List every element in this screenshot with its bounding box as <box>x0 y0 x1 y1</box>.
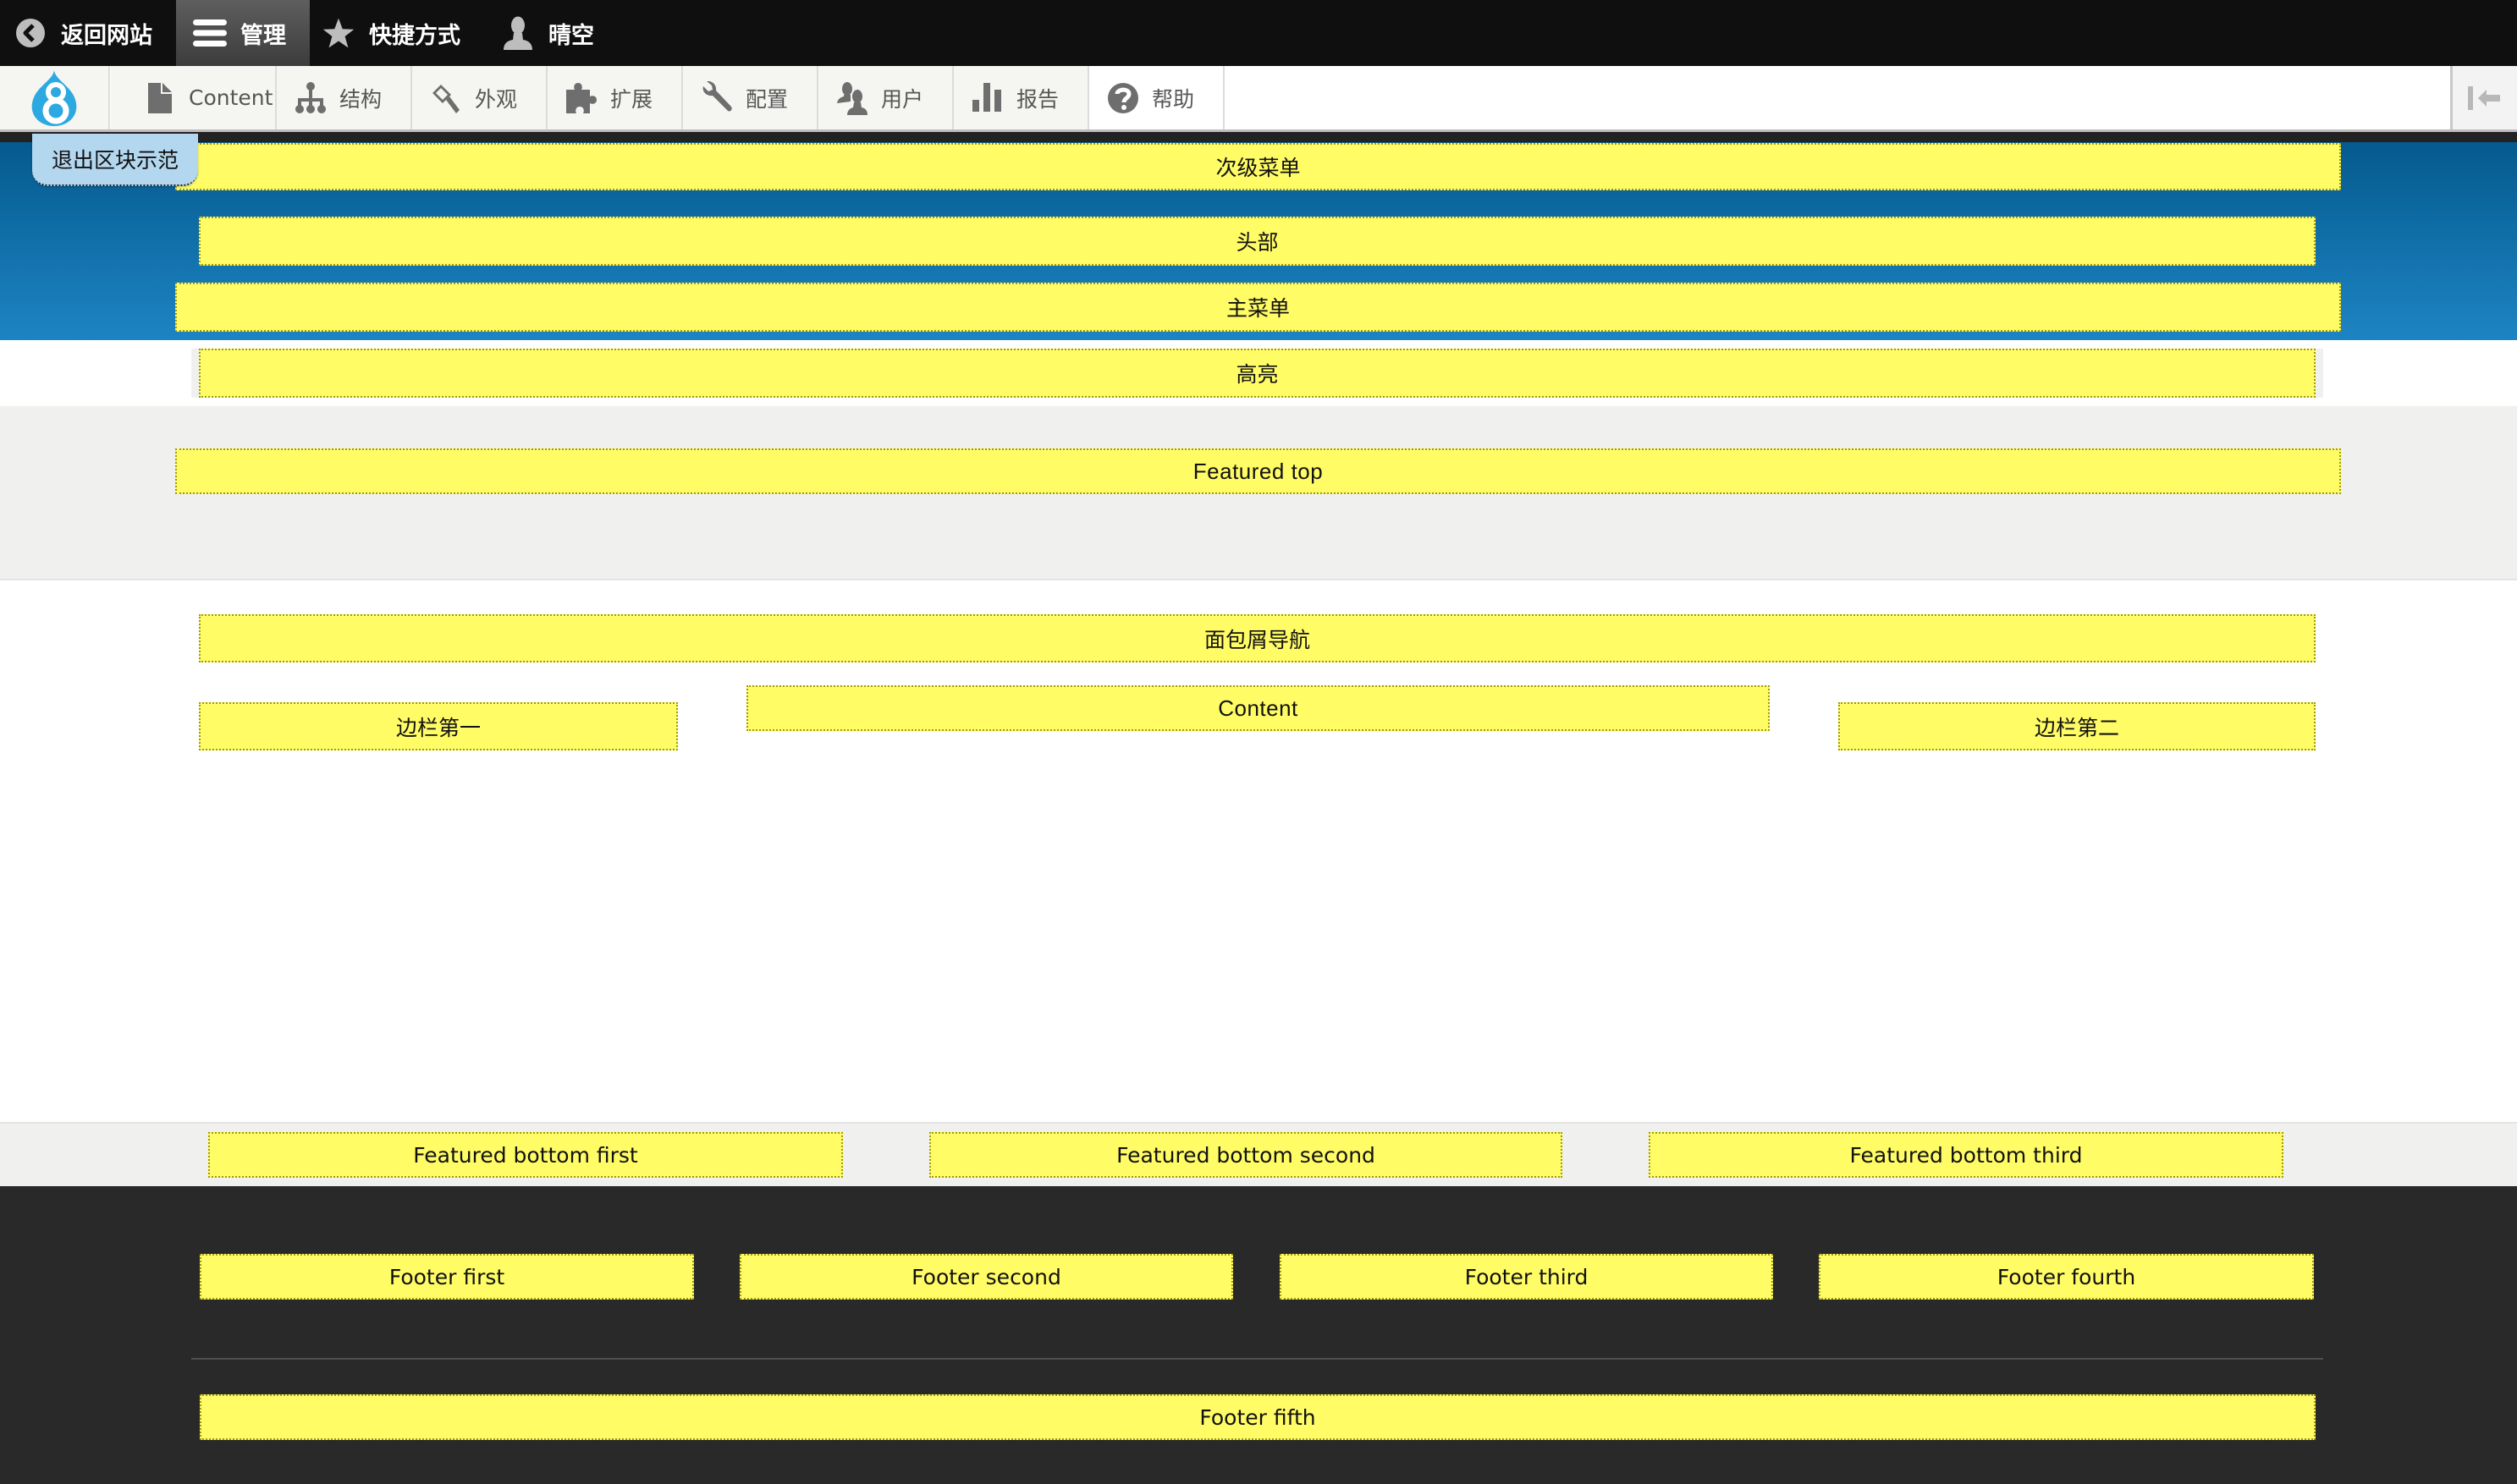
menu-icon <box>193 16 227 50</box>
region-footer-first: Footer first <box>200 1254 694 1300</box>
tray-item-configuration[interactable]: 配置 <box>683 66 818 129</box>
user-tab[interactable]: 晴空 <box>501 0 636 66</box>
region-featured-top: Featured top <box>175 448 2341 494</box>
tray-item-label: 帮助 <box>1152 86 1195 112</box>
tray-item-label: 扩展 <box>610 86 653 112</box>
user-icon <box>501 16 535 50</box>
tray-item-label: 外观 <box>475 86 518 112</box>
shortcuts-label: 快捷方式 <box>369 22 460 49</box>
region-sidebar-second: 边栏第二 <box>1838 702 2316 750</box>
manage-tab[interactable]: 管理 <box>176 0 310 66</box>
region-footer-third: Footer third <box>1280 1254 1773 1300</box>
region-footer-fifth: Footer fifth <box>200 1394 2316 1440</box>
wrench-icon <box>700 80 734 115</box>
people-icon <box>835 81 869 115</box>
region-featured-bottom-second: Featured bottom second <box>929 1132 1562 1178</box>
collapse-left-icon <box>2468 85 2500 110</box>
region-featured-bottom-third: Featured bottom third <box>1649 1132 2283 1178</box>
help-icon <box>1106 81 1140 115</box>
sitemap-icon <box>294 81 328 115</box>
tray-shadow-strip <box>0 132 2517 142</box>
tray-item-label: 配置 <box>746 86 789 112</box>
tray-item-label: 报告 <box>1016 86 1060 112</box>
user-label: 晴空 <box>548 22 594 49</box>
puzzle-icon <box>565 81 598 115</box>
admin-toolbar: 返回网站 管理 快捷方式 晴空 <box>0 0 2517 66</box>
region-primary-menu: 主菜单 <box>175 283 2341 332</box>
tray-item-label: 用户 <box>881 86 924 112</box>
exit-block-demo-button[interactable]: 退出区块示范 <box>32 134 198 186</box>
tray-item-structure[interactable]: 结构 <box>277 66 412 129</box>
region-footer-fourth: Footer fourth <box>1819 1254 2314 1300</box>
tray-item-help[interactable]: 帮助 <box>1089 66 1225 129</box>
star-icon <box>322 16 355 50</box>
region-content: Content <box>746 685 1770 731</box>
admin-tray: Content 结构 外观 扩展 配置 用户 报告 帮助 <box>0 66 2517 132</box>
region-sidebar-first: 边栏第一 <box>199 702 678 750</box>
tray-item-appearance[interactable]: 外观 <box>412 66 548 129</box>
footer-divider <box>191 1358 2323 1360</box>
back-to-site-link[interactable]: 返回网站 <box>14 0 174 66</box>
file-icon <box>143 81 177 115</box>
tray-item-label: 结构 <box>339 86 383 112</box>
chevron-left-circle-icon <box>14 16 47 50</box>
tray-orientation-toggle[interactable] <box>2450 66 2517 129</box>
shortcuts-tab[interactable]: 快捷方式 <box>322 0 491 66</box>
region-highlighted: 高亮 <box>199 349 2316 398</box>
region-footer-second: Footer second <box>740 1254 1233 1300</box>
drupal-logo[interactable] <box>0 66 110 129</box>
manage-label: 管理 <box>240 22 286 49</box>
tray-item-label: Content <box>189 85 273 110</box>
bar-chart-icon <box>971 81 1005 115</box>
tray-item-reports[interactable]: 报告 <box>954 66 1089 129</box>
region-breadcrumb: 面包屑导航 <box>199 614 2316 662</box>
tray-item-extend[interactable]: 扩展 <box>548 66 683 129</box>
paintbrush-icon <box>429 81 463 115</box>
region-header: 头部 <box>199 217 2316 266</box>
back-to-site-label: 返回网站 <box>61 22 152 49</box>
drupal-drop-icon <box>31 69 77 126</box>
tray-item-people[interactable]: 用户 <box>818 66 954 129</box>
region-featured-bottom-first: Featured bottom first <box>208 1132 843 1178</box>
tray-item-content[interactable]: Content <box>111 66 277 129</box>
region-secondary-menu: 次级菜单 <box>175 143 2341 190</box>
